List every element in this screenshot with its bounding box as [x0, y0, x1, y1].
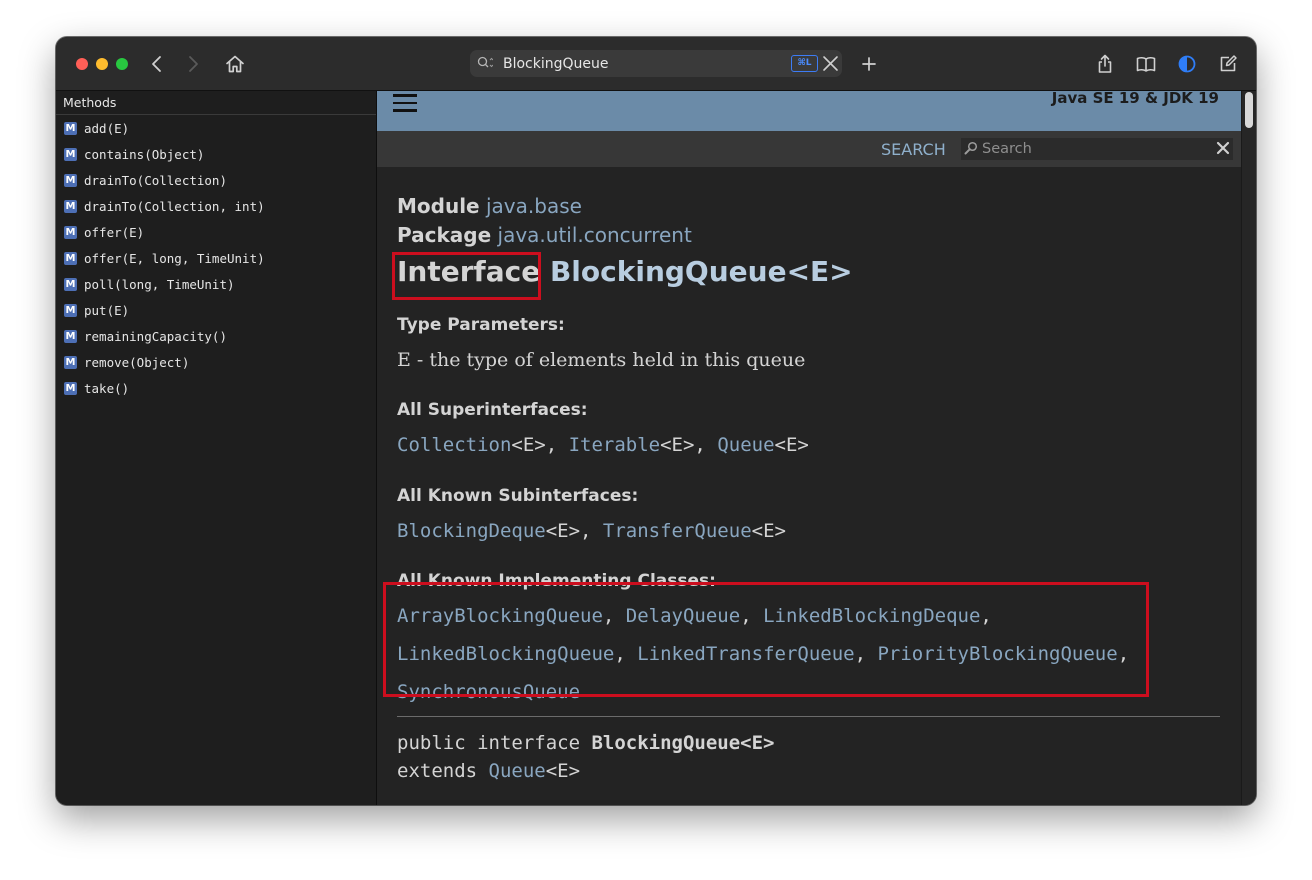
- sidebar-method-item[interactable]: Mput(E): [56, 297, 376, 323]
- extends-keyword: extends: [397, 760, 489, 782]
- sidebar-method-label[interactable]: drainTo(Collection, int): [84, 199, 265, 214]
- declaration-line: public interface BlockingQueue<E>: [397, 732, 775, 754]
- extends-line: extends Queue<E>: [397, 760, 580, 782]
- sidebar-method-label[interactable]: remove(Object): [84, 355, 189, 370]
- method-badge-icon: M: [64, 329, 77, 343]
- doc-main: Java SE 19 & JDK 19 SEARCH Search Module…: [377, 91, 1256, 805]
- sidebar-method-label[interactable]: contains(Object): [84, 147, 204, 162]
- subinterfaces-label: All Known Subinterfaces:: [397, 486, 639, 506]
- sidebar-method-item[interactable]: Moffer(E): [56, 219, 376, 245]
- sidebar-method-label[interactable]: remainingCapacity(): [84, 329, 227, 344]
- package-label: Package: [397, 223, 492, 247]
- top-navbar: Java SE 19 & JDK 19: [377, 91, 1241, 131]
- shortcut-badge: ⌘L: [791, 55, 818, 72]
- search-placeholder[interactable]: Search: [982, 141, 1032, 157]
- subinterface-link[interactable]: BlockingDeque: [397, 520, 546, 542]
- sidebar-header: Methods: [56, 91, 376, 115]
- scroll-thumb[interactable]: [1245, 92, 1253, 128]
- edit-icon[interactable]: [1216, 52, 1240, 76]
- type-arg-text: <E>: [774, 434, 809, 456]
- minimize-window-button[interactable]: [96, 58, 108, 70]
- bookmarks-icon[interactable]: [1134, 52, 1158, 76]
- home-icon[interactable]: [223, 52, 247, 76]
- method-badge-icon: M: [64, 381, 77, 395]
- title-name: BlockingQueue<E>: [549, 255, 853, 288]
- clear-icon[interactable]: [822, 55, 839, 72]
- superinterface-link[interactable]: Collection: [397, 434, 511, 456]
- type-arg-text: <E>,: [660, 434, 718, 456]
- declaration-name: BlockingQueue<E>: [591, 732, 775, 754]
- zoom-window-button[interactable]: [116, 58, 128, 70]
- sidebar-method-label[interactable]: take(): [84, 381, 129, 396]
- search-label: SEARCH: [881, 140, 946, 159]
- search-clear-icon[interactable]: [1216, 141, 1230, 155]
- interface-highlight-box: [392, 252, 541, 300]
- superinterfaces-list: Collection<E>, Iterable<E>, Queue<E>: [397, 434, 809, 456]
- search-icon: [964, 141, 978, 155]
- sidebar-method-label[interactable]: put(E): [84, 303, 129, 318]
- sidebar-method-item[interactable]: Mpoll(long, TimeUnit): [56, 271, 376, 297]
- back-chevron-icon[interactable]: [145, 52, 169, 76]
- method-badge-icon: M: [64, 277, 77, 291]
- superinterface-link[interactable]: Iterable: [569, 434, 661, 456]
- method-badge-icon: M: [64, 225, 77, 239]
- search-input[interactable]: Search: [961, 138, 1233, 160]
- superinterfaces-label: All Superinterfaces:: [397, 400, 588, 420]
- close-window-button[interactable]: [76, 58, 88, 70]
- methods-list: Madd(E) Mcontains(Object) MdrainTo(Collect…: [56, 115, 376, 401]
- theme-toggle-icon[interactable]: [1175, 52, 1199, 76]
- method-badge-icon: M: [64, 199, 77, 213]
- module-link[interactable]: java.base: [486, 194, 582, 218]
- type-arg-text: <E>,: [545, 520, 603, 542]
- extends-link[interactable]: Queue: [489, 760, 546, 782]
- sidebar-method-item[interactable]: MdrainTo(Collection, int): [56, 193, 376, 219]
- package-link[interactable]: java.util.concurrent: [498, 223, 692, 247]
- sidebar-method-item[interactable]: Mcontains(Object): [56, 141, 376, 167]
- forward-chevron-icon[interactable]: [181, 52, 205, 76]
- sidebar-method-label[interactable]: offer(E, long, TimeUnit): [84, 251, 265, 266]
- search-icon: [477, 56, 494, 70]
- new-tab-icon[interactable]: [857, 52, 881, 76]
- sidebar-method-label[interactable]: offer(E): [84, 225, 144, 240]
- sub-navbar: SEARCH Search: [377, 131, 1241, 167]
- package-line: Package java.util.concurrent: [397, 223, 692, 247]
- share-icon[interactable]: [1093, 52, 1117, 76]
- browser-window: BlockingQueue ⌘L Methods Madd(E) Mcontain…: [56, 37, 1256, 805]
- address-bar[interactable]: BlockingQueue ⌘L: [470, 50, 842, 77]
- sidebar-method-item[interactable]: MdrainTo(Collection): [56, 167, 376, 193]
- title-bar: BlockingQueue ⌘L: [56, 37, 1256, 91]
- declaration-prefix: public interface: [397, 732, 592, 754]
- scrollbar[interactable]: [1241, 91, 1256, 805]
- method-badge-icon: M: [64, 355, 77, 369]
- type-param-description: E - the type of elements held in this qu…: [397, 349, 806, 371]
- sidebar-method-item[interactable]: Madd(E): [56, 115, 376, 141]
- method-badge-icon: M: [64, 121, 77, 135]
- method-badge-icon: M: [64, 251, 77, 265]
- type-arg-text: <E>,: [511, 434, 569, 456]
- type-params-label: Type Parameters:: [397, 315, 565, 335]
- type-arg-text: <E>: [751, 520, 786, 542]
- sidebar-method-item[interactable]: Mremove(Object): [56, 349, 376, 375]
- methods-sidebar: Methods Madd(E) Mcontains(Object) MdrainTo…: [56, 91, 377, 805]
- method-badge-icon: M: [64, 147, 77, 161]
- sidebar-method-item[interactable]: MremainingCapacity(): [56, 323, 376, 349]
- sidebar-method-label[interactable]: drainTo(Collection): [84, 173, 227, 188]
- jdk-version-title: Java SE 19 & JDK 19: [1051, 91, 1219, 107]
- sidebar-method-label[interactable]: poll(long, TimeUnit): [84, 277, 235, 292]
- subinterface-link[interactable]: TransferQueue: [603, 520, 752, 542]
- section-divider: [397, 716, 1220, 717]
- superinterface-link[interactable]: Queue: [717, 434, 774, 456]
- method-badge-icon: M: [64, 173, 77, 187]
- method-badge-icon: M: [64, 303, 77, 317]
- module-label: Module: [397, 194, 480, 218]
- subinterfaces-list: BlockingDeque<E>, TransferQueue<E>: [397, 520, 786, 542]
- sidebar-method-label[interactable]: add(E): [84, 121, 129, 136]
- implementing-classes-highlight-box: [383, 582, 1149, 697]
- extends-type-arg: <E>: [545, 760, 581, 782]
- address-text[interactable]: BlockingQueue: [503, 56, 609, 72]
- module-line: Module java.base: [397, 194, 582, 218]
- hamburger-menu-icon[interactable]: [393, 94, 417, 112]
- sidebar-method-item[interactable]: Mtake(): [56, 375, 376, 401]
- sidebar-method-item[interactable]: Moffer(E, long, TimeUnit): [56, 245, 376, 271]
